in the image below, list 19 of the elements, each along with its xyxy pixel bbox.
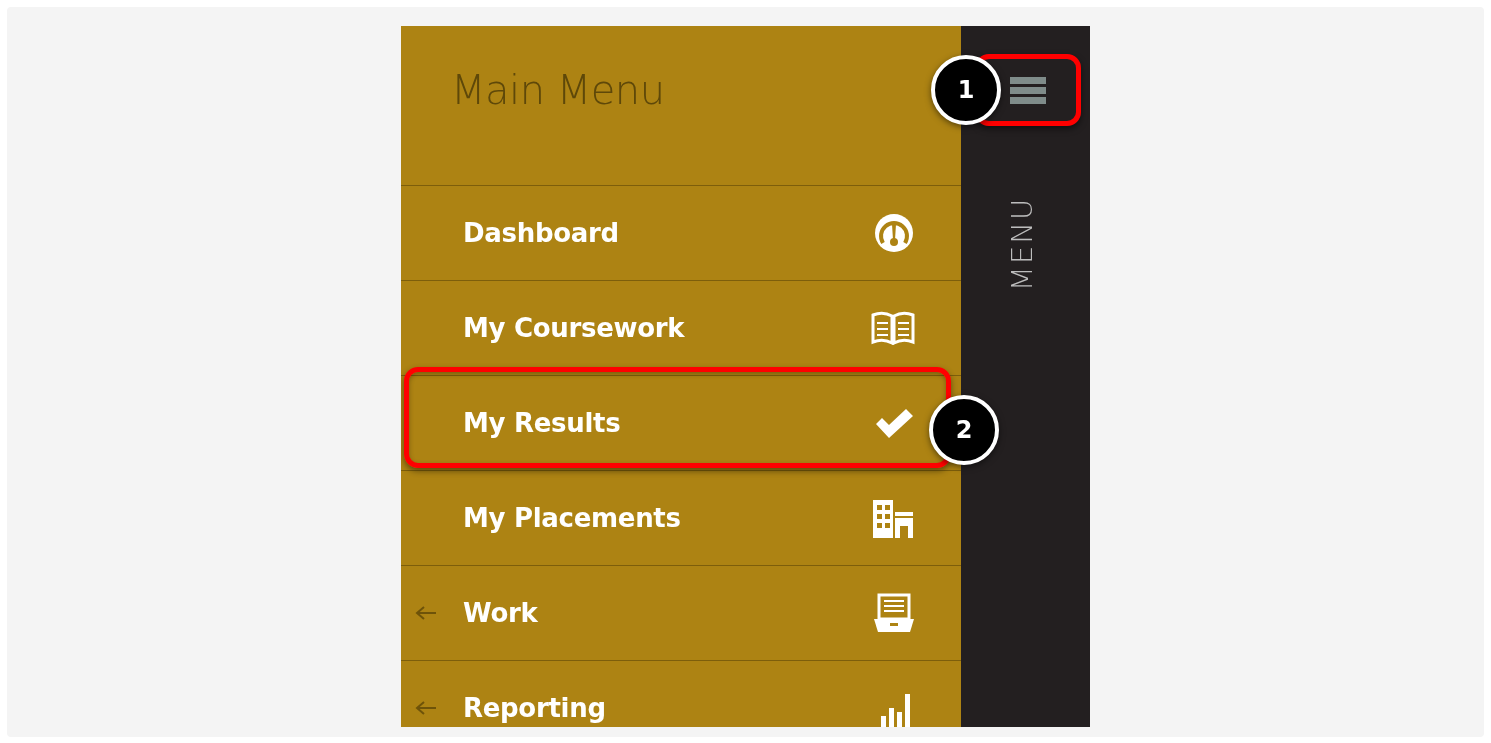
menu-title: Main Menu: [451, 67, 665, 113]
drawer-icon: [873, 593, 915, 633]
menu-item[interactable]: My Coursework: [401, 281, 927, 375]
gauge-icon: [873, 212, 915, 254]
menu-item-label: My Results: [463, 408, 622, 438]
book-icon: [871, 311, 915, 345]
menu-item[interactable]: Reporting: [401, 661, 927, 727]
menu-item[interactable]: Dashboard: [401, 186, 927, 280]
menu-rail-label: MENU: [1005, 196, 1041, 292]
menu-item-label: Dashboard: [463, 218, 620, 248]
menu-item[interactable]: My Placements: [401, 471, 927, 565]
menu-icon: [1010, 76, 1046, 104]
menu-item[interactable]: Work: [401, 566, 927, 660]
menu-item-label: Work: [463, 598, 539, 628]
menu-item-label: My Coursework: [463, 313, 686, 343]
buildings-icon: [871, 498, 915, 538]
check-icon: [873, 407, 915, 439]
menu-item-label: My Placements: [463, 503, 682, 533]
menu-item-label: Reporting: [463, 693, 607, 723]
